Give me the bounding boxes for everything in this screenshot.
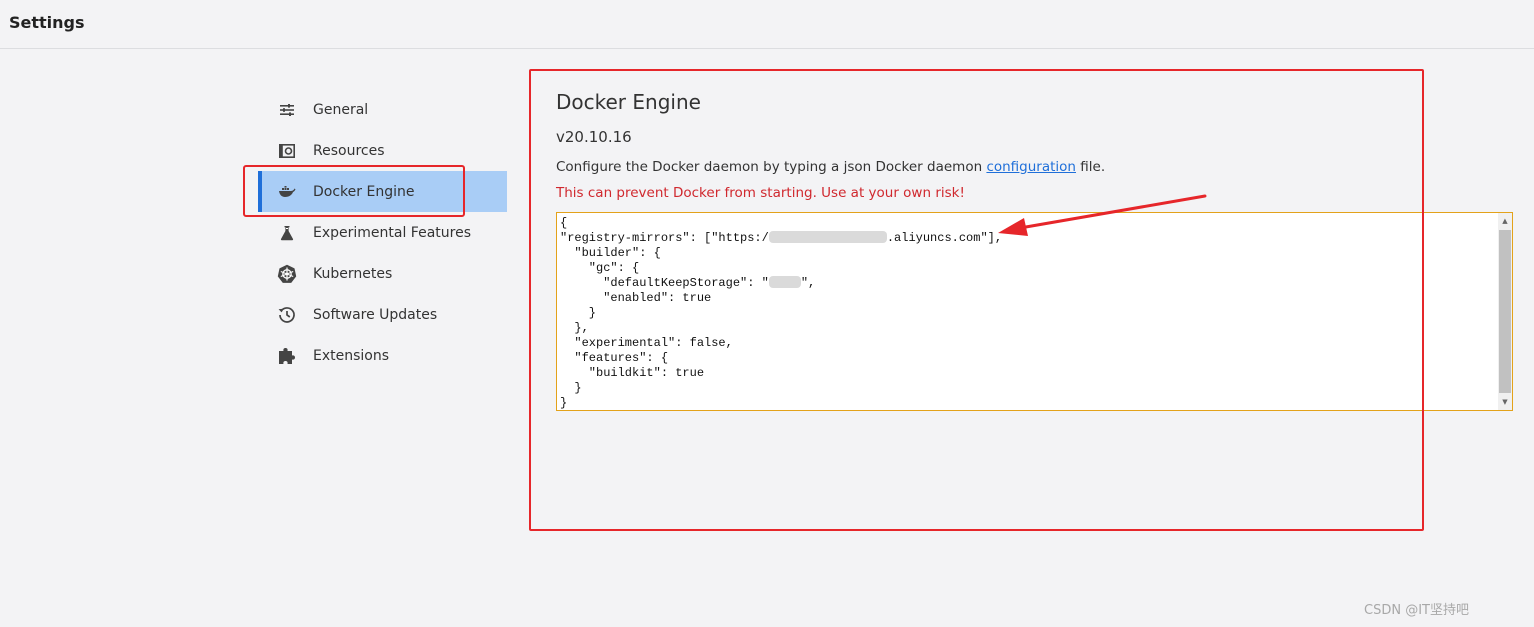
page-title: Docker Engine (556, 90, 701, 114)
sidebar-item-software-updates[interactable]: Software Updates (258, 294, 507, 335)
title-bar: Settings (0, 0, 1534, 49)
daemon-json-editor[interactable]: { "registry-mirrors": ["https:/ .aliyuncs… (556, 212, 1513, 411)
sidebar-item-kubernetes[interactable]: Kubernetes (258, 253, 507, 294)
settings-sidebar: General Resources Docker Engine Experime… (258, 89, 507, 376)
code-content[interactable]: { "registry-mirrors": ["https:/ .aliyuncs… (557, 213, 1512, 410)
scroll-up-arrow-icon[interactable]: ▲ (1498, 214, 1512, 228)
puzzle-icon (276, 345, 298, 367)
sidebar-item-docker-engine[interactable]: Docker Engine (258, 171, 507, 212)
editor-scrollbar[interactable]: ▲ ▼ (1498, 213, 1512, 410)
history-icon (276, 304, 298, 326)
sliders-icon (276, 99, 298, 121)
code-line: ", (800, 276, 816, 290)
code-line: "gc": { (560, 261, 640, 275)
scrollbar-thumb[interactable] (1499, 230, 1511, 393)
whale-icon (276, 181, 298, 203)
code-line: }, (560, 321, 589, 335)
description-text: Configure the Docker daemon by typing a … (556, 159, 987, 175)
warning-text: This can prevent Docker from starting. U… (556, 185, 965, 201)
code-line: { (560, 216, 568, 230)
code-line: "defaultKeepStorage": " (560, 276, 769, 290)
resources-icon (276, 140, 298, 162)
sidebar-item-resources[interactable]: Resources (258, 130, 507, 171)
watermark: CSDN @IT坚持吧 (1364, 603, 1469, 618)
sidebar-item-label: Experimental Features (313, 224, 472, 241)
blurred-region (768, 276, 801, 288)
description-text-end: file. (1076, 159, 1106, 175)
sidebar-item-label: Kubernetes (313, 265, 393, 282)
code-line: "features": { (560, 351, 669, 365)
sidebar-item-extensions[interactable]: Extensions (258, 335, 507, 376)
blurred-region (768, 231, 887, 243)
description: Configure the Docker daemon by typing a … (556, 159, 1105, 175)
code-line: "registry-mirrors": ["https:/ (560, 231, 769, 245)
sidebar-item-label: Extensions (313, 347, 390, 364)
code-line: .aliyuncs.com"], (886, 231, 1003, 245)
code-line: "experimental": false, (560, 336, 733, 350)
code-line: } (560, 306, 597, 320)
sidebar-item-label: General (313, 101, 369, 118)
engine-version: v20.10.16 (556, 128, 632, 146)
configuration-link[interactable]: configuration (986, 159, 1076, 175)
code-line: "builder": { (560, 246, 661, 260)
flask-icon (276, 222, 298, 244)
scroll-down-arrow-icon[interactable]: ▼ (1498, 395, 1512, 409)
sidebar-item-general[interactable]: General (258, 89, 507, 130)
window-title: Settings (9, 13, 85, 32)
sidebar-item-label: Resources (313, 142, 385, 159)
code-line: } (560, 396, 568, 410)
sidebar-item-label: Software Updates (313, 306, 438, 323)
helm-wheel-icon (276, 263, 298, 285)
sidebar-item-label: Docker Engine (313, 183, 415, 200)
sidebar-item-experimental-features[interactable]: Experimental Features (258, 212, 507, 253)
code-line: "enabled": true (560, 291, 712, 305)
code-line: "buildkit": true (560, 366, 705, 380)
code-line: } (560, 381, 582, 395)
